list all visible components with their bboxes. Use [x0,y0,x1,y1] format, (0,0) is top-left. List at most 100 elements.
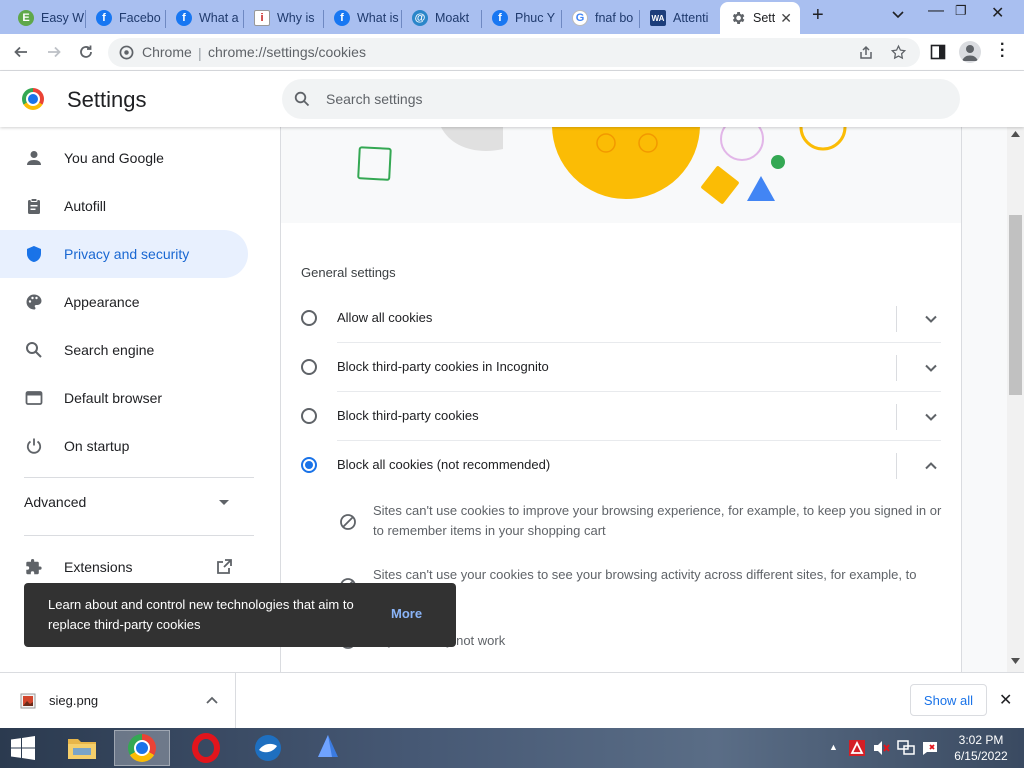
radio-button[interactable] [301,310,317,326]
chevron-down-icon[interactable] [921,407,941,427]
close-icon[interactable]: ✕ [780,10,792,27]
start-button[interactable] [0,730,46,766]
chevron-down-icon[interactable] [921,358,941,378]
share-icon[interactable] [858,45,874,61]
side-panel-icon[interactable] [930,44,946,60]
facebook-icon: f [176,10,192,26]
chevron-down-icon[interactable] [921,309,941,329]
action-center-icon[interactable] [921,740,939,756]
bookmark-star-icon[interactable] [890,44,907,61]
sidebar-divider [24,477,254,478]
option-label: Block third-party cookies in Incognito [337,359,549,374]
page-title: Settings [67,87,147,112]
scroll-down-arrow-icon[interactable] [1011,658,1020,664]
image-file-icon [20,693,36,709]
scroll-thumb[interactable] [1009,215,1022,395]
sidebar-item-default-browser[interactable]: Default browser [0,374,248,422]
chrome-page-icon [119,45,134,60]
easyworship-icon: E [18,10,34,26]
tab-phuc[interactable]: f Phuc Y [482,2,562,34]
volume-muted-icon[interactable] [873,740,891,756]
facebook-icon: f [334,10,350,26]
back-button[interactable] [10,41,32,63]
scroll-up-arrow-icon[interactable] [1011,131,1020,137]
tab-what-a[interactable]: f What a [166,2,244,34]
cookie-illustration-image [357,127,847,204]
reload-button[interactable] [75,41,97,63]
file-explorer-taskbar-icon[interactable] [54,730,110,766]
tab-settings[interactable]: Sett ✕ [720,2,800,34]
sidebar-item-appearance[interactable]: Appearance [0,278,248,326]
taskbar-clock[interactable]: 3:02 PM 6/15/2022 [946,732,1016,764]
close-download-bar-icon[interactable]: ✕ [999,690,1012,710]
power-icon [24,436,44,456]
app-taskbar-icon-2[interactable] [300,730,356,766]
app-taskbar-icon-1[interactable] [240,730,296,766]
clock-date: 6/15/2022 [954,749,1008,763]
sidebar-advanced[interactable]: Advanced [24,494,86,510]
chrome-taskbar-icon[interactable] [114,730,170,766]
detail-text: Sites can't use cookies to improve your … [373,503,942,538]
tab-title: What is [357,11,399,25]
browser-toolbar: Chrome | chrome://settings/cookies · · · [0,34,1024,71]
person-icon [24,148,44,168]
clock-time: 3:02 PM [958,733,1004,747]
open-in-new-icon[interactable] [215,558,233,576]
sidebar-item-label: On startup [64,438,130,454]
radio-button[interactable] [301,408,317,424]
cookie-option-allow-all[interactable]: Allow all cookies [301,294,941,343]
cookie-option-block-third-party-incognito[interactable]: Block third-party cookies in Incognito [301,343,941,392]
minimize-button[interactable]: — [928,2,944,20]
antivirus-tray-icon[interactable] [849,740,865,756]
tab-attention[interactable]: WA Attenti [640,2,718,34]
chevron-down-icon[interactable] [219,500,229,505]
window-close-button[interactable]: ✕ [991,3,1004,23]
wa-icon: WA [650,10,666,26]
sidebar-item-search-engine[interactable]: Search engine [0,326,248,374]
search-settings-input[interactable]: Search settings [282,79,960,119]
search-icon [24,340,44,360]
sidebar-item-privacy-and-security[interactable]: Privacy and security [0,230,248,278]
forward-button[interactable] [43,41,65,63]
chevron-up-icon[interactable] [206,696,218,704]
address-bar[interactable]: Chrome | chrome://settings/cookies [108,38,920,67]
radio-button-selected[interactable] [301,457,317,473]
network-icon[interactable] [897,740,915,756]
facebook-icon: f [96,10,112,26]
tab-title: Easy W [41,11,85,25]
cookie-option-block-third-party[interactable]: Block third-party cookies [301,392,941,441]
sidebar-item-you-and-google[interactable]: You and Google [0,134,248,182]
scrollbar[interactable] [1007,127,1024,672]
profile-avatar[interactable] [959,41,981,63]
detail-text: any sites may not work [373,633,506,648]
chevron-up-icon[interactable] [921,456,941,476]
detail-text: s [373,585,943,605]
sidebar-item-autofill[interactable]: Autofill [0,182,248,230]
cookie-option-block-all[interactable]: Block all cookies (not recommended) [301,441,941,490]
download-filename: sieg.png [49,693,99,708]
tab-what-is[interactable]: f What is [324,2,402,34]
tab-fnaf[interactable]: G fnaf bo [562,2,640,34]
tab-why-is[interactable]: i Why is [244,2,324,34]
folder-icon [68,739,96,759]
tab-moakt[interactable]: @ Moakt [402,2,482,34]
tab-easy-worship[interactable]: E Easy W [8,2,86,34]
download-item[interactable]: sieg.png [0,673,236,728]
toast-more-button[interactable]: More [391,606,422,621]
restore-button[interactable]: ❐ [955,3,967,19]
menu-kebab-icon[interactable]: · · · [1000,37,1005,65]
sidebar-divider [24,535,254,536]
block-icon [340,514,356,530]
blue-app-icon [255,735,281,761]
show-all-button[interactable]: Show all [910,684,987,716]
tab-search-chevron-icon[interactable] [892,11,904,19]
moakt-icon: @ [412,10,428,26]
sidebar-item-label: Appearance [64,294,140,310]
tab-facebook[interactable]: f Facebo [86,2,166,34]
option-label: Block third-party cookies [337,408,479,423]
new-tab-button[interactable]: + [812,4,824,27]
opera-taskbar-icon[interactable] [178,730,234,766]
sidebar-item-on-startup[interactable]: On startup [0,422,248,470]
show-hidden-icons-chevron[interactable]: ▲ [829,742,838,752]
radio-button[interactable] [301,359,317,375]
